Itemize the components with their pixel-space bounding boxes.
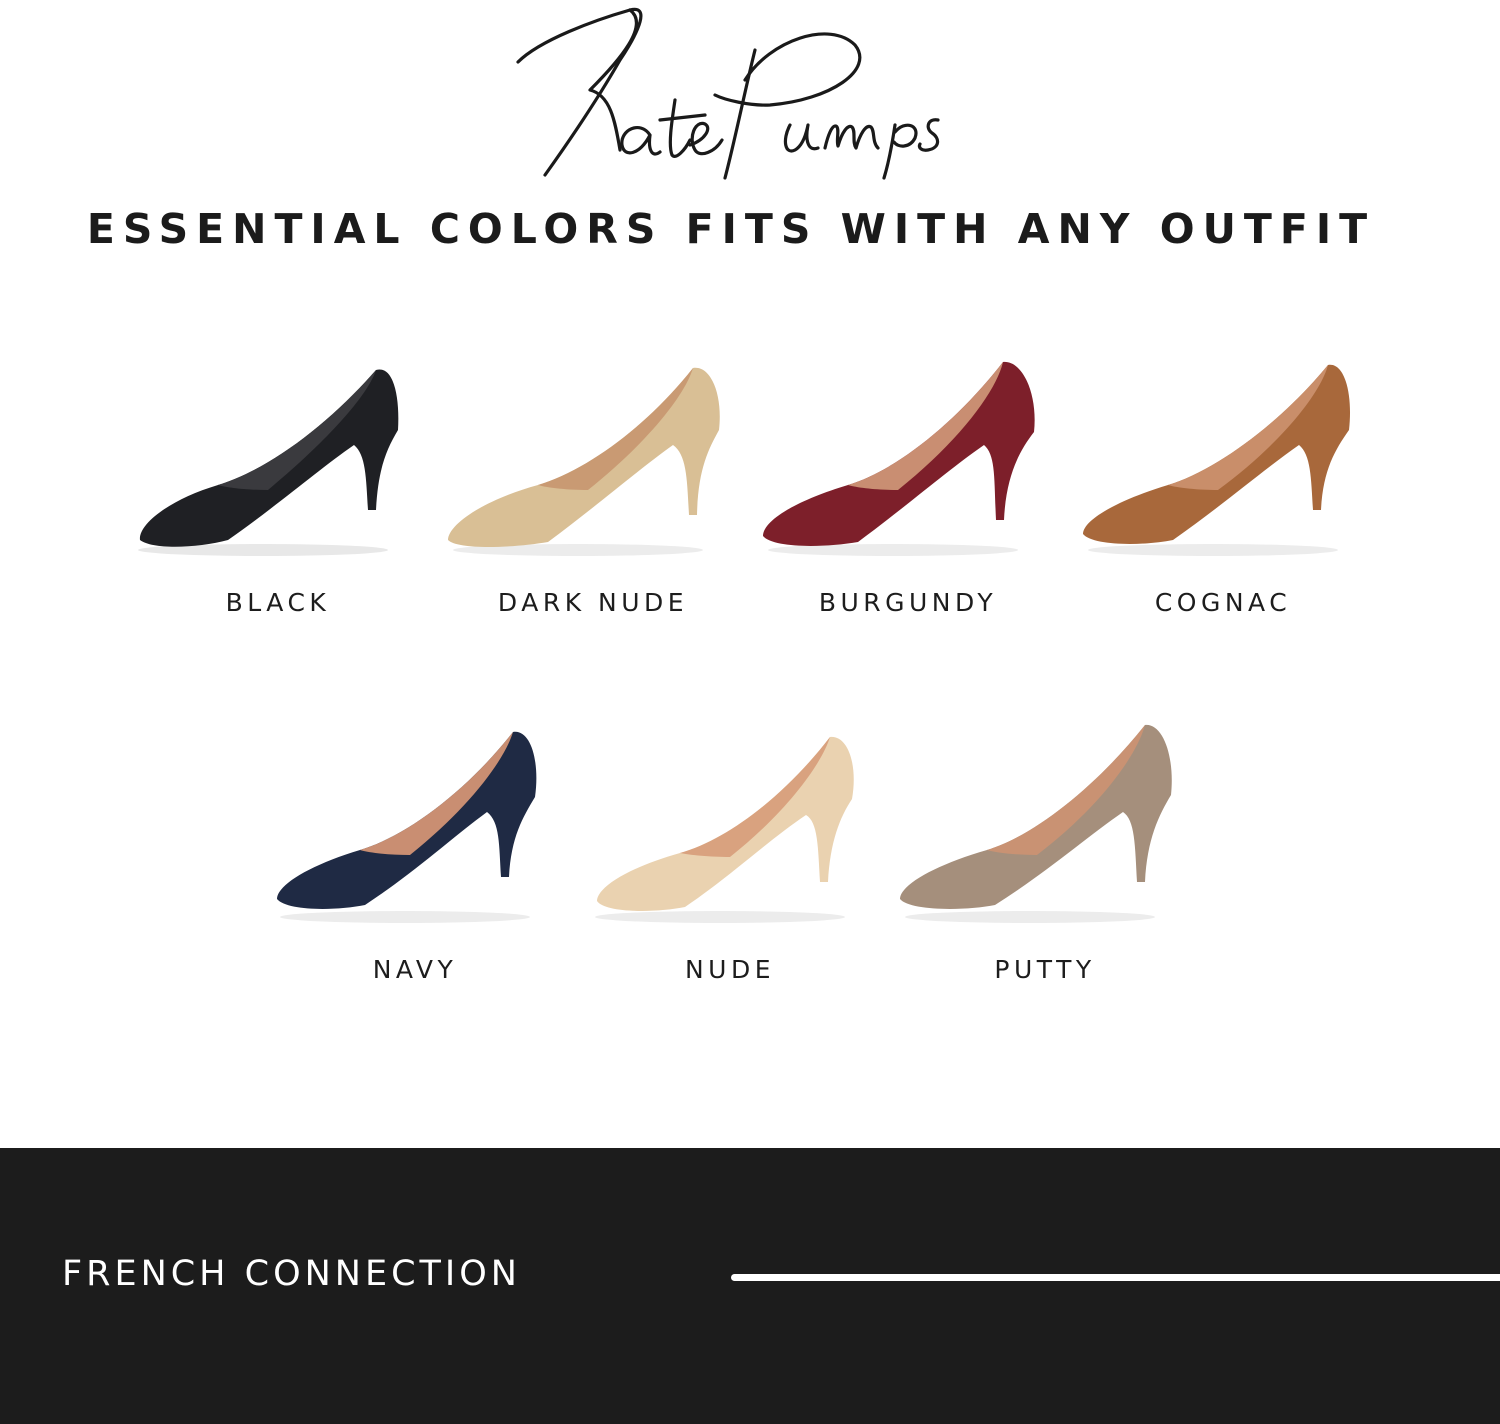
brand-name: FRENCH CONNECTION xyxy=(62,1254,521,1294)
color-option-black[interactable]: BLACK xyxy=(128,350,428,650)
kate-pumps-script-logo xyxy=(516,7,940,180)
shoe-image xyxy=(595,736,854,923)
shoe-image xyxy=(277,731,537,923)
color-label-navy: NAVY xyxy=(372,955,458,984)
headline: ESSENTIAL COLORS FITS WITH ANY OUTFIT xyxy=(86,205,1376,253)
color-label-dark-nude: DARK NUDE xyxy=(497,588,689,617)
shoe-image xyxy=(138,369,399,556)
shoe-image xyxy=(1083,364,1351,556)
color-label-cognac: COGNAC xyxy=(1154,588,1292,617)
color-option-navy[interactable]: NAVY xyxy=(265,717,565,1017)
shoe-image xyxy=(900,724,1172,923)
color-option-burgundy[interactable]: BURGUNDY xyxy=(758,350,1058,650)
color-label-burgundy: BURGUNDY xyxy=(818,588,998,617)
color-label-nude: NUDE xyxy=(684,955,776,984)
color-option-cognac[interactable]: COGNAC xyxy=(1073,350,1373,650)
color-option-nude[interactable]: NUDE xyxy=(580,717,880,1017)
color-option-dark-nude[interactable]: DARK NUDE xyxy=(443,350,743,650)
shoe-image xyxy=(763,361,1035,556)
footer-divider-line xyxy=(731,1274,1500,1281)
color-option-putty[interactable]: PUTTY xyxy=(895,717,1195,1017)
shoe-image xyxy=(448,367,720,556)
color-label-putty: PUTTY xyxy=(994,955,1096,984)
footer-band: FRENCH CONNECTION xyxy=(0,1148,1500,1424)
color-label-black: BLACK xyxy=(225,588,331,617)
